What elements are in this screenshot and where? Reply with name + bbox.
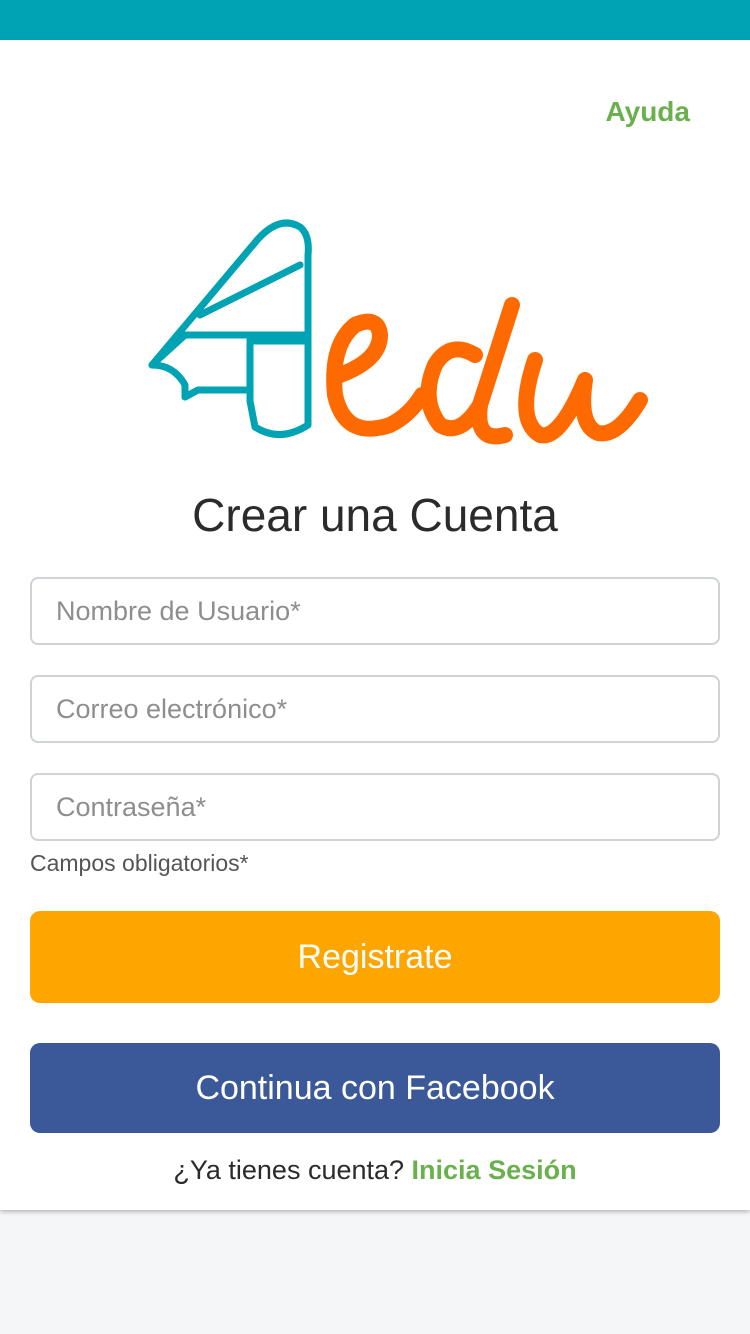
email-input[interactable] [30,675,720,743]
top-status-bar [0,0,750,40]
required-fields-note: Campos obligatorios* [30,850,249,876]
username-input[interactable] [30,577,720,645]
page-title: Crear una Cuenta [192,489,558,541]
have-account-line: ¿Ya tienes cuenta? Inicia Sesión [0,1155,750,1186]
signup-card: Ayuda Crear una Cuenta Campos obligatori… [0,40,750,1210]
login-link[interactable]: Inicia Sesión [412,1155,577,1185]
register-button[interactable]: Registrate [30,911,720,1003]
password-input[interactable] [30,773,720,841]
facebook-login-button[interactable]: Continua con Facebook [30,1043,720,1133]
have-account-text: ¿Ya tienes cuenta? [173,1155,405,1185]
help-link[interactable]: Ayuda [605,96,690,128]
brand-logo [148,219,648,445]
